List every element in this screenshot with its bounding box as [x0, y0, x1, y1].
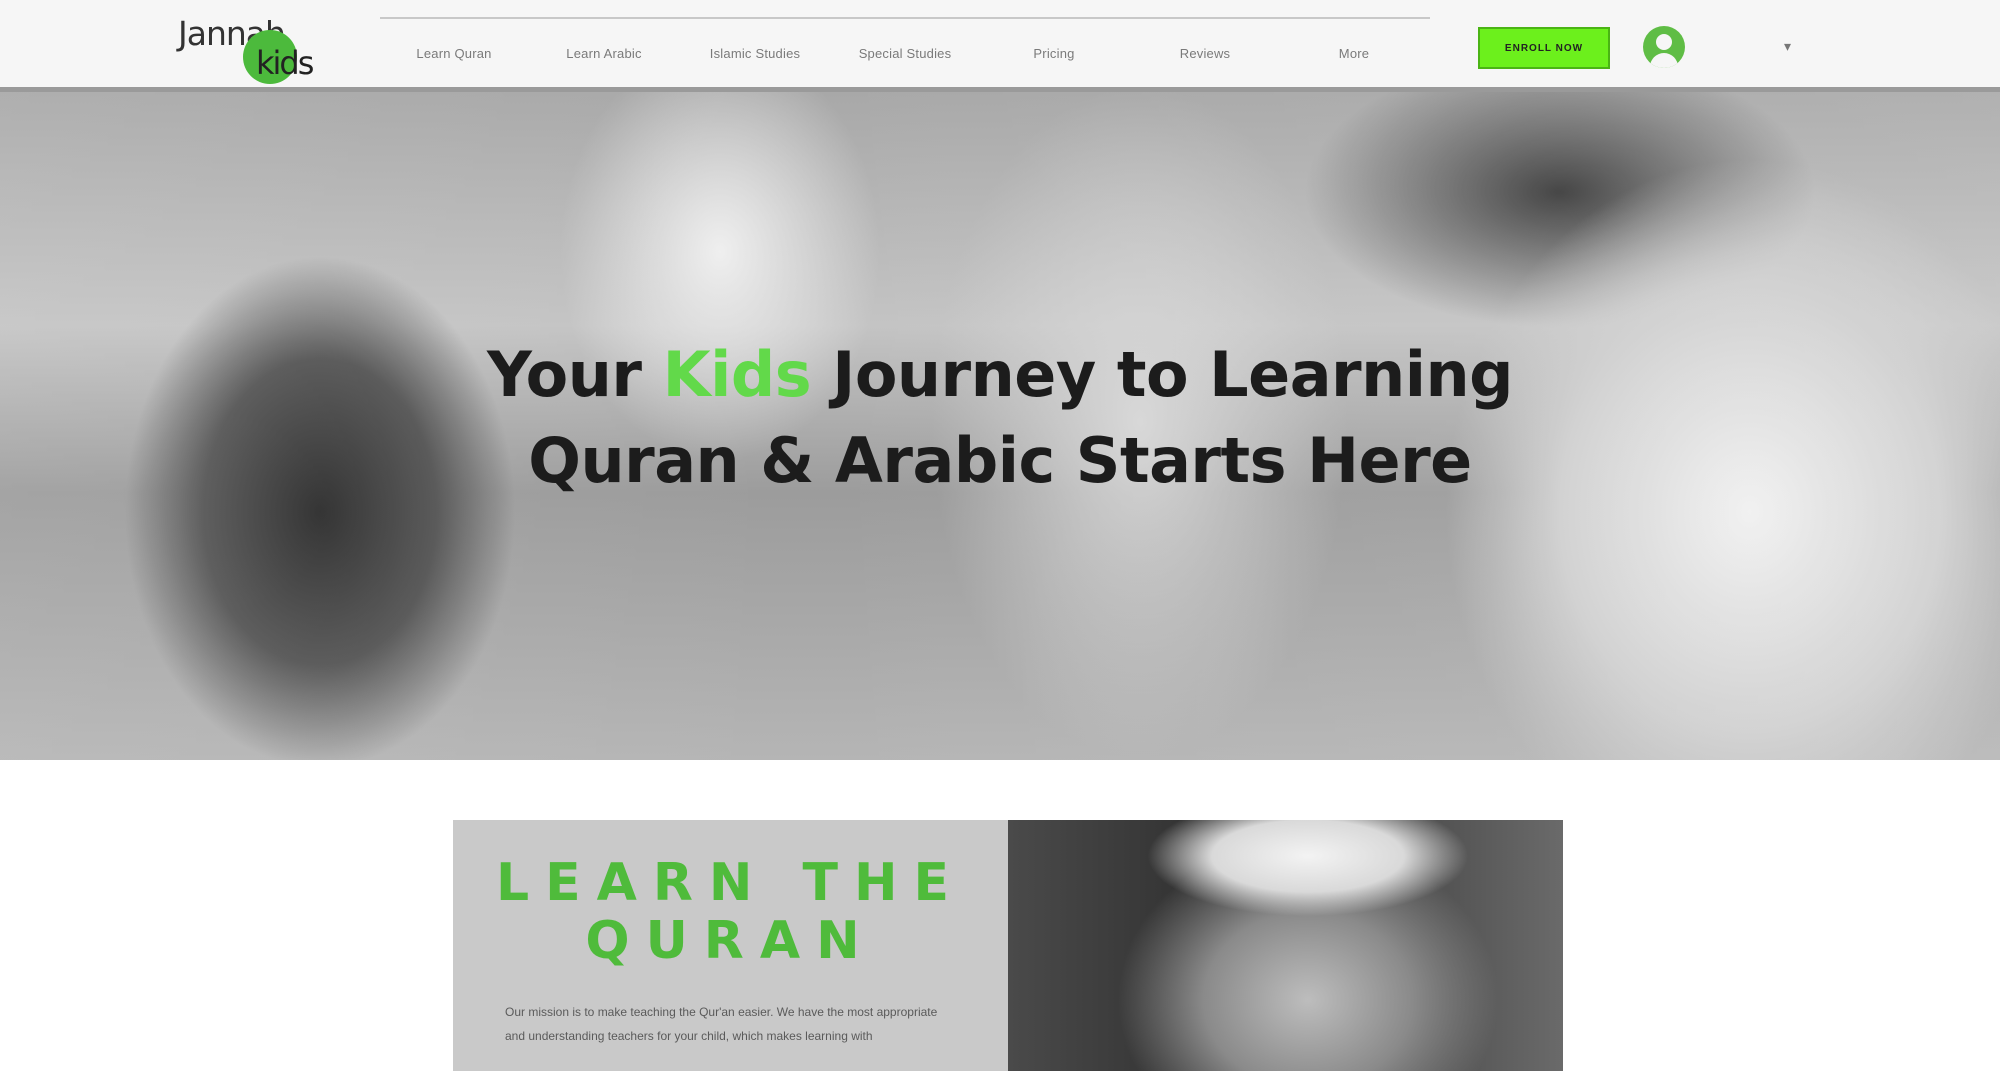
nav-item-special-studies[interactable]: Special Studies: [859, 46, 952, 61]
hero-title-post: Journey to Learning: [811, 338, 1514, 411]
chevron-down-icon[interactable]: ▾: [1784, 38, 1791, 55]
hero-title-accent: Kids: [662, 338, 812, 411]
header-divider: [380, 17, 1430, 19]
learn-quran-text-panel: LEARN THE QURAN Our mission is to make t…: [453, 820, 1008, 1071]
nav-item-islamic-studies[interactable]: Islamic Studies: [710, 46, 800, 61]
avatar-body: [1650, 53, 1678, 68]
nav-item-pricing[interactable]: Pricing: [1033, 46, 1074, 61]
site-header: Jannah kids Learn Quran Learn Arabic Isl…: [0, 0, 2000, 92]
avatar-head: [1656, 34, 1672, 50]
learn-quran-title: LEARN THE QURAN: [453, 854, 1008, 970]
learn-quran-photo: [1008, 820, 1563, 1071]
hero-title: Your Kids Journey to Learning Quran & Ar…: [0, 332, 2000, 504]
nav-item-reviews[interactable]: Reviews: [1180, 46, 1231, 61]
hero-banner: Your Kids Journey to Learning Quran & Ar…: [0, 92, 2000, 760]
user-avatar-icon[interactable]: [1643, 26, 1685, 68]
main-nav: Learn Quran Learn Arabic Islamic Studies…: [380, 46, 1380, 70]
learn-quran-description: Our mission is to make teaching the Qur'…: [505, 1005, 938, 1043]
logo-kids-text: kids: [256, 44, 314, 82]
learn-quran-title-line2: QURAN: [585, 911, 876, 971]
enroll-now-button[interactable]: ENROLL NOW: [1478, 27, 1610, 69]
nav-item-more[interactable]: More: [1339, 46, 1369, 61]
nav-item-learn-quran[interactable]: Learn Quran: [416, 46, 491, 61]
site-logo[interactable]: Jannah kids: [178, 10, 328, 86]
hero-title-pre: Your: [486, 338, 663, 411]
nav-item-learn-arabic[interactable]: Learn Arabic: [566, 46, 641, 61]
hero-title-line2: Quran & Arabic Starts Here: [528, 424, 1472, 497]
learn-quran-title-line1: LEARN THE: [495, 853, 966, 913]
learn-quran-card: LEARN THE QURAN Our mission is to make t…: [453, 820, 1563, 1071]
